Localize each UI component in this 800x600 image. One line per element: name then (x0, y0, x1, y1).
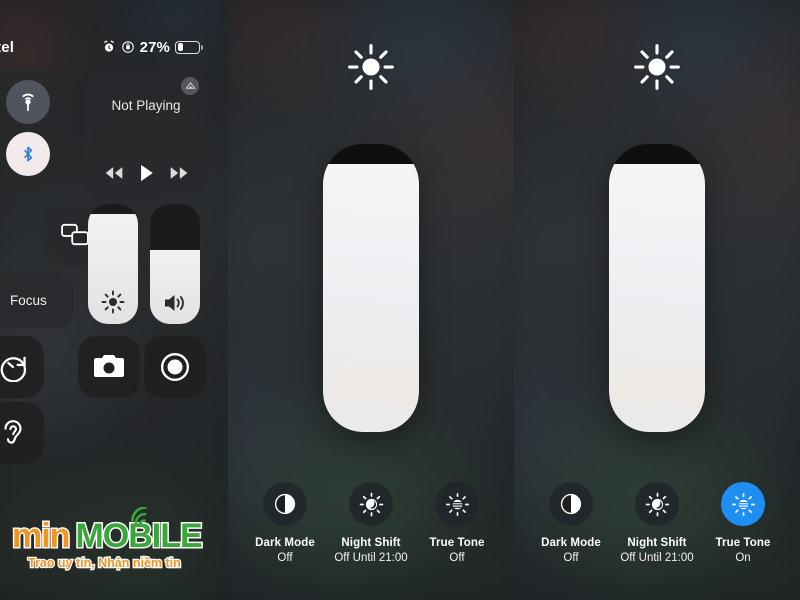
toggle-true-tone[interactable]: True Tone On (700, 482, 786, 564)
focus-tile[interactable]: Focus (0, 272, 74, 328)
true-tone-icon[interactable] (721, 482, 765, 526)
brightness-panel-middle: Dark Mode Off Night Shift Off Until 21:00 Tr… (228, 0, 514, 600)
toggle-label: True Tone (715, 537, 771, 549)
status-bar: tel 27% (0, 36, 228, 58)
signal-waves-icon (130, 507, 156, 529)
toggle-label: Dark Mode (541, 537, 601, 549)
toggle-state: Off (277, 552, 293, 564)
toggle-dark-mode[interactable]: Dark Mode Off (528, 482, 614, 564)
wifi-icon[interactable] (6, 80, 50, 124)
watermark-word-min: min (10, 517, 71, 555)
camera-icon[interactable] (78, 336, 140, 398)
true-tone-icon[interactable] (435, 482, 479, 526)
airplay-icon[interactable] (181, 77, 199, 95)
brightness-sun-icon (88, 290, 138, 314)
night-shift-icon[interactable] (635, 482, 679, 526)
carrier-label: tel (0, 38, 15, 56)
brightness-slider[interactable] (88, 204, 138, 324)
toggle-state: Off Until 21:00 (334, 552, 408, 564)
brightness-slider-expanded[interactable] (609, 144, 705, 432)
media-controls (84, 164, 208, 182)
control-center-panel-full: tel 27% (0, 0, 228, 600)
watermark-wordmark: min MOBILE (10, 507, 212, 555)
brightness-panel-right: Dark Mode Off Night Shift Off Until 21:00 Tr… (514, 0, 800, 600)
toggle-state: On (735, 552, 751, 564)
brightness-slider-fill (609, 164, 705, 432)
play-icon[interactable] (139, 164, 154, 182)
toggle-night-shift[interactable]: Night Shift Off Until 21:00 (614, 482, 700, 564)
toggle-label: Night Shift (627, 537, 687, 549)
toggle-state: Off Until 21:00 (620, 552, 694, 564)
screen-record-icon[interactable] (144, 336, 206, 398)
focus-label: Focus (10, 292, 47, 308)
fast-forward-icon[interactable] (169, 166, 189, 180)
toggle-state: Off (449, 552, 465, 564)
toggle-label: Night Shift (341, 537, 401, 549)
hearing-ear-icon[interactable] (0, 402, 44, 464)
alarm-clock-icon (102, 40, 116, 54)
screenshot-root: tel 27% (0, 0, 800, 600)
bluetooth-icon[interactable] (6, 132, 50, 176)
media-playback-module: Not Playing (84, 68, 208, 198)
watermark-tagline: Trao uy tín, Nhận niềm tin (27, 555, 182, 572)
toggle-label: Dark Mode (255, 537, 315, 549)
status-bar-right: 27% (102, 38, 203, 56)
toggle-true-tone[interactable]: True Tone Off (414, 482, 500, 564)
connectivity-module (0, 68, 74, 188)
brightness-sun-icon (228, 42, 514, 92)
battery-icon (175, 40, 203, 54)
display-toggles-row: Dark Mode Off Night Shift Off Until 21:00 Tr… (514, 482, 800, 564)
toggle-label: True Tone (429, 537, 485, 549)
volume-slider[interactable] (150, 204, 200, 324)
dark-mode-icon[interactable] (549, 482, 593, 526)
display-toggles-row: Dark Mode Off Night Shift Off Until 21:00 Tr… (228, 482, 514, 564)
toggle-dark-mode[interactable]: Dark Mode Off (242, 482, 328, 564)
volume-speaker-icon (150, 292, 200, 314)
orientation-lock-icon (121, 40, 135, 54)
toggle-night-shift[interactable]: Night Shift Off Until 21:00 (328, 482, 414, 564)
dark-mode-icon[interactable] (263, 482, 307, 526)
media-title: Not Playing (111, 98, 181, 113)
watermark-logo: min MOBILE Trao uy tín, Nhận niềm tin (10, 507, 212, 572)
night-shift-icon[interactable] (349, 482, 393, 526)
toggle-state: Off (563, 552, 579, 564)
battery-percent-label: 27% (139, 38, 170, 56)
brightness-slider-fill (323, 164, 419, 432)
timer-icon[interactable] (0, 336, 44, 398)
brightness-sun-icon (514, 42, 800, 92)
brightness-slider-expanded[interactable] (323, 144, 419, 432)
rewind-icon[interactable] (104, 166, 124, 180)
